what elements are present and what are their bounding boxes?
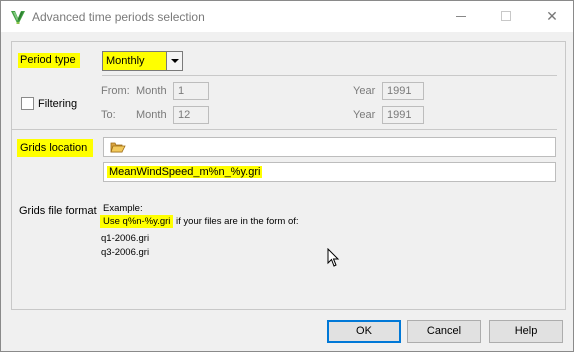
grids-location-label: Grids location: [17, 139, 94, 157]
close-icon: ✕: [546, 8, 558, 24]
to-year-input[interactable]: 1991: [382, 106, 424, 124]
ok-button[interactable]: OK: [327, 320, 401, 343]
period-type-select[interactable]: Monthly: [102, 51, 183, 71]
grids-file-format-label: Grids file format: [19, 205, 97, 217]
mouse-cursor-icon: [327, 248, 340, 267]
separator: [102, 75, 557, 76]
help-button[interactable]: Help: [489, 320, 563, 343]
to-label: To:: [101, 109, 116, 121]
from-month-input[interactable]: 1: [173, 82, 209, 100]
separator: [12, 129, 557, 130]
example-instruction-rest: if your files are in the form of:: [173, 216, 299, 227]
chevron-down-icon: [171, 59, 179, 63]
cancel-button[interactable]: Cancel: [407, 320, 481, 343]
from-year-value: 1991: [387, 85, 412, 97]
window-title: Advanced time periods selection: [32, 10, 205, 24]
filtering-label: Filtering: [38, 98, 78, 110]
folder-open-icon[interactable]: [110, 140, 126, 154]
settings-panel: Period type Monthly Filtering From: Mont…: [11, 41, 566, 310]
to-year-value: 1991: [387, 109, 412, 121]
from-year-input[interactable]: 1991: [382, 82, 424, 100]
from-month-value: 1: [178, 85, 185, 97]
from-year-label: Year: [353, 85, 376, 97]
from-label: From:: [101, 85, 130, 97]
example-instruction: Use q%n-%y.gri if your files are in the …: [100, 215, 299, 228]
close-button[interactable]: ✕: [538, 5, 566, 27]
to-month-label: Month: [136, 109, 167, 121]
grids-pattern-field[interactable]: MeanWindSpeed_m%n_%y.gri: [103, 162, 556, 182]
to-month-input[interactable]: 12: [173, 106, 209, 124]
to-year-label: Year: [353, 109, 376, 121]
minimize-icon: [456, 16, 466, 17]
advanced-time-periods-dialog: Advanced time periods selection ✕ Period…: [0, 0, 574, 352]
app-icon: [11, 11, 25, 24]
filtering-checkbox[interactable]: [21, 97, 34, 110]
grids-location-field[interactable]: [103, 137, 556, 157]
example-file-1: q1-2006.gri: [101, 233, 150, 244]
example-use-highlight: Use q%n-%y.gri: [100, 215, 174, 228]
from-month-label: Month: [136, 85, 167, 97]
period-type-label: Period type: [18, 53, 80, 68]
example-title: Example:: [103, 203, 143, 214]
minimize-button[interactable]: [447, 5, 475, 27]
period-type-dropdown-button[interactable]: [166, 52, 182, 70]
title-bar: Advanced time periods selection ✕: [1, 1, 573, 32]
period-type-value: Monthly: [106, 55, 145, 67]
maximize-icon: [501, 11, 511, 21]
to-month-value: 12: [178, 109, 191, 121]
example-file-2: q3-2006.gri: [101, 247, 150, 258]
grids-pattern-value: MeanWindSpeed_m%n_%y.gri: [107, 166, 263, 178]
maximize-button[interactable]: [492, 5, 520, 27]
